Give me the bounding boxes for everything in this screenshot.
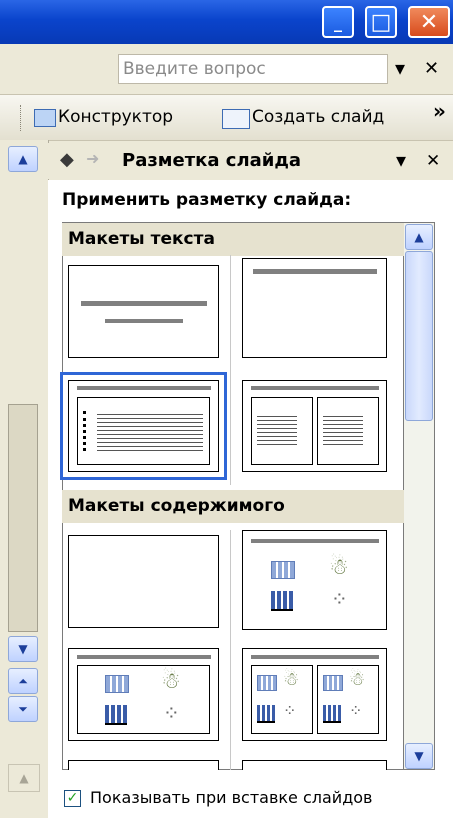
list-scroll-up-button[interactable]: ▲ [405, 224, 433, 250]
section-content-layouts: Макеты содержимого [62, 490, 404, 523]
new-slide-icon [222, 109, 250, 129]
diagram-icon: ⁘ [283, 701, 297, 720]
show-on-insert-checkbox[interactable]: ✓ [64, 790, 81, 807]
back-icon[interactable]: ◆ [60, 149, 74, 170]
layout-title-only[interactable] [242, 258, 387, 358]
task-pane-header: ◆ ➜ Разметка слайда ▾ ✕ [48, 143, 453, 179]
clipart-icon: ☃ [283, 669, 300, 690]
slide-scrollbar[interactable]: ▲ ▼ ⏶ ⏷ ▲ [0, 140, 49, 818]
scroll-down-button[interactable]: ▼ [8, 636, 38, 662]
forward-icon[interactable]: ➜ [86, 149, 99, 168]
column-divider [230, 255, 231, 485]
clipart-icon: ☃ [329, 555, 349, 580]
table-icon [105, 675, 129, 693]
close-window-button[interactable]: ✕ [408, 6, 450, 38]
diagram-icon: ⁘ [349, 701, 363, 720]
toolbar-overflow-button[interactable]: » [433, 99, 446, 123]
previous-slide-button[interactable]: ⏶ [8, 668, 38, 694]
table-icon [257, 675, 277, 691]
pane-scroll-up-disabled: ▲ [8, 764, 40, 792]
column-divider [230, 530, 231, 770]
pane-title: Разметка слайда [122, 150, 302, 171]
ask-question-input[interactable]: Введите вопрос [118, 54, 388, 84]
table-icon [323, 675, 343, 691]
layout-title-and-text[interactable] [60, 372, 227, 480]
maximize-button[interactable]: □ [365, 6, 397, 38]
window-title-bar[interactable]: _ □ ✕ [0, 0, 453, 44]
next-slide-button[interactable]: ⏷ [8, 696, 38, 722]
show-on-insert-label: Показывать при вставке слайдов [90, 788, 373, 807]
ask-dropdown-icon[interactable]: ▾ [395, 56, 405, 80]
layout-title-and-content[interactable]: ☃ ⁘ [68, 648, 219, 741]
diagram-icon: ⁘ [331, 587, 348, 611]
minimize-button[interactable]: _ [322, 6, 354, 38]
layout-partial[interactable] [68, 760, 219, 770]
list-scroll-thumb[interactable] [405, 251, 433, 421]
pane-close-icon[interactable]: ✕ [426, 151, 440, 171]
chart-icon [271, 591, 293, 611]
apply-layout-label: Применить разметку слайда: [62, 190, 352, 210]
pane-menu-icon[interactable]: ▾ [396, 148, 406, 172]
formatting-toolbar: Конструктор Создать слайд » [0, 95, 453, 141]
toolbar-grip[interactable] [20, 105, 24, 131]
layout-blank[interactable] [68, 535, 219, 628]
designer-icon [34, 109, 56, 127]
chart-icon [105, 705, 127, 725]
chart-icon [323, 705, 341, 723]
layout-title-and-two-content[interactable]: ☃ ⁘ ☃ ⁘ [242, 648, 387, 741]
layout-title-slide[interactable] [68, 265, 219, 358]
ask-close-icon[interactable]: ✕ [424, 58, 439, 79]
scroll-thumb[interactable] [8, 404, 38, 632]
table-icon [271, 561, 295, 579]
close-icon: ✕ [419, 9, 439, 35]
section-text-layouts: Макеты текста [62, 223, 404, 256]
layout-list-scrollbar[interactable]: ▲ ▼ [404, 222, 435, 770]
diagram-icon: ⁘ [163, 701, 180, 725]
scroll-up-button[interactable]: ▲ [8, 146, 38, 172]
layout-content[interactable]: ☃ ⁘ [242, 530, 387, 630]
ask-question-bar: Введите вопрос ▾ ✕ [0, 44, 453, 95]
new-slide-button[interactable]: Создать слайд [252, 107, 384, 127]
clipart-icon: ☃ [161, 669, 181, 694]
list-scroll-down-button[interactable]: ▼ [405, 743, 433, 769]
designer-button[interactable]: Конструктор [58, 107, 173, 127]
layout-title-and-two-columns[interactable] [242, 380, 387, 472]
maximize-icon: □ [370, 9, 392, 35]
chart-icon [257, 705, 275, 723]
minimize-icon: _ [334, 13, 342, 32]
clipart-icon: ☃ [349, 669, 366, 690]
layout-partial[interactable] [242, 760, 387, 770]
